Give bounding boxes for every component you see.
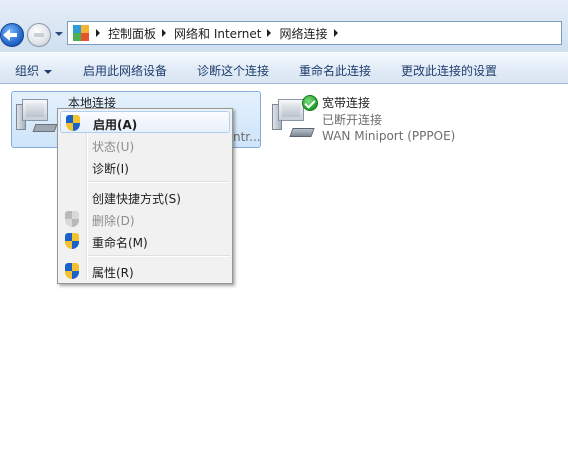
change-settings-button[interactable]: 更改此连接的设置: [401, 62, 497, 79]
diagnose-connection-button[interactable]: 诊断这个连接: [197, 62, 269, 79]
uac-shield-icon: [65, 263, 79, 279]
menu-separator: [88, 255, 230, 257]
breadcrumb-arrow-icon[interactable]: [96, 29, 100, 37]
recent-pages-dropdown-icon[interactable]: [55, 32, 63, 36]
chevron-down-icon: [44, 69, 53, 74]
command-bar: 组织 启用此网络设备 诊断这个连接 重命名此连接 更改此连接的设置: [0, 52, 568, 84]
menu-item-delete: 删除(D): [60, 208, 230, 230]
menu-item-label: 属性(R): [92, 266, 134, 280]
network-adapter-icon: [16, 96, 58, 136]
breadcrumb-network-connections[interactable]: 网络连接: [279, 25, 327, 42]
navigation-bar: 控制面板 网络和 Internet 网络连接: [0, 0, 568, 52]
menu-item-label: 诊断(I): [92, 162, 129, 176]
menu-item-rename[interactable]: 重命名(M): [60, 230, 230, 252]
uac-shield-icon: [66, 115, 80, 131]
menu-item-label: 删除(D): [92, 214, 135, 228]
breadcrumb-arrow-icon[interactable]: [162, 29, 167, 37]
check-icon: [302, 95, 318, 111]
local-connection-device: ntr...: [233, 130, 261, 144]
enable-device-button[interactable]: 启用此网络设备: [83, 62, 167, 79]
back-button[interactable]: [0, 23, 24, 47]
uac-shield-icon: [65, 211, 79, 227]
organize-label: 组织: [15, 64, 40, 78]
broadband-connection-device: WAN Miniport (PPPOE): [322, 129, 456, 143]
breadcrumb-arrow-icon[interactable]: [333, 29, 338, 37]
address-bar[interactable]: 控制面板 网络和 Internet 网络连接: [67, 21, 562, 45]
menu-item-label: 状态(U): [92, 140, 135, 154]
menu-separator: [88, 181, 230, 183]
uac-shield-icon: [65, 233, 79, 249]
context-menu: 启用(A) 状态(U) 诊断(I) 创建快捷方式(S) 删除(D) 重命名(M)…: [57, 108, 233, 284]
breadcrumb-network-internet[interactable]: 网络和 Internet: [174, 25, 261, 42]
menu-item-properties[interactable]: 属性(R): [60, 260, 230, 282]
organize-button[interactable]: 组织: [15, 62, 53, 79]
modem-icon: [289, 128, 315, 137]
menu-item-create-shortcut[interactable]: 创建快捷方式(S): [60, 186, 230, 208]
menu-item-label: 创建快捷方式(S): [92, 192, 181, 206]
forward-button[interactable]: [27, 23, 51, 47]
broadband-connection-name[interactable]: 宽带连接: [322, 94, 370, 111]
menu-item-label: 重命名(M): [92, 236, 148, 250]
menu-item-diagnose[interactable]: 诊断(I): [60, 156, 230, 178]
breadcrumb-control-panel[interactable]: 控制面板: [108, 25, 156, 42]
menu-item-label: 启用(A): [93, 118, 138, 132]
control-panel-icon: [72, 24, 90, 42]
broadband-connection-status: 已断开连接: [322, 113, 383, 127]
rename-connection-button[interactable]: 重命名此连接: [299, 62, 371, 79]
menu-item-status: 状态(U): [60, 134, 230, 156]
menu-item-enable[interactable]: 启用(A): [60, 111, 230, 133]
breadcrumb-arrow-icon[interactable]: [267, 29, 272, 37]
